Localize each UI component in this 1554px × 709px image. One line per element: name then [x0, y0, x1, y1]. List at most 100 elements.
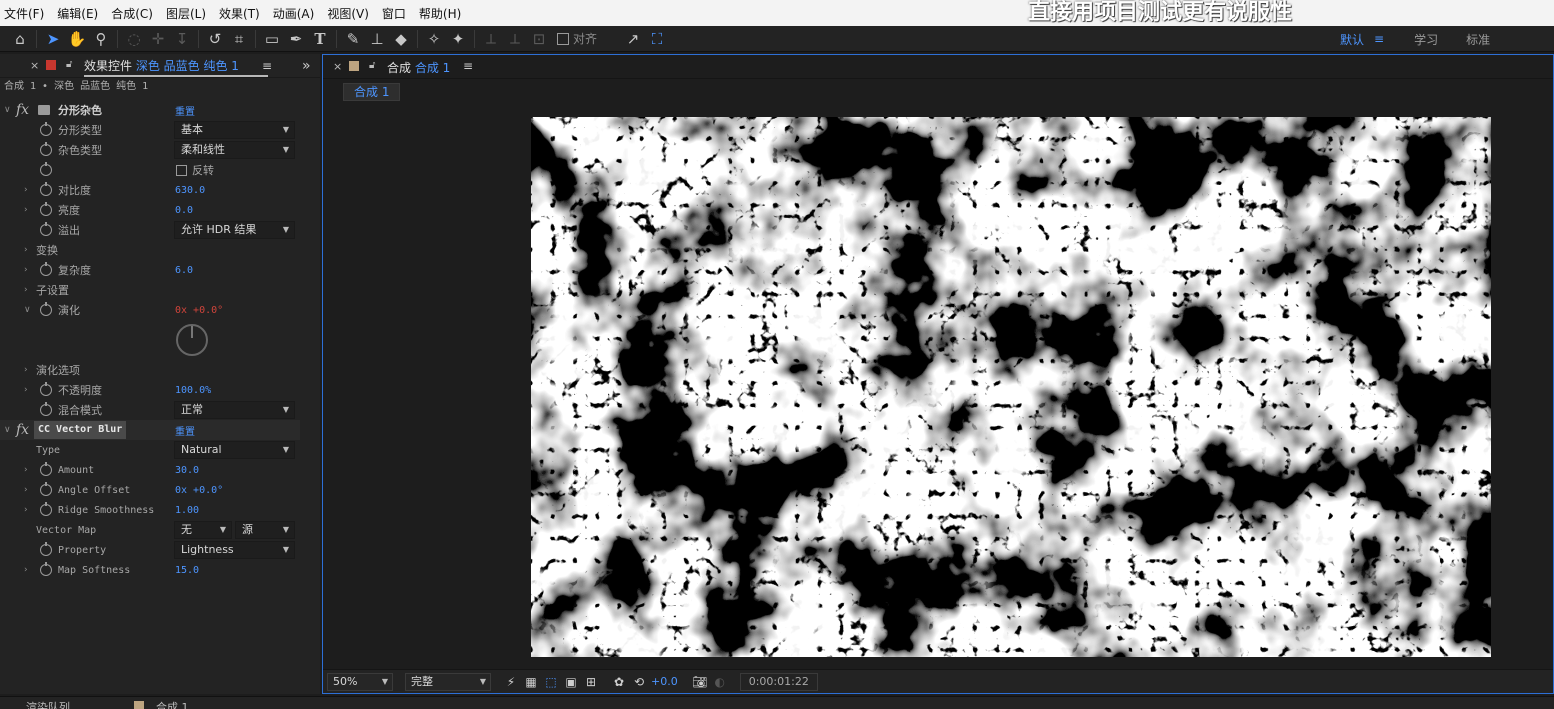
home-icon[interactable]: ⌂: [8, 27, 32, 51]
opacity-value[interactable]: 100.0%: [175, 385, 211, 396]
reset-link[interactable]: 重置: [175, 423, 195, 438]
contrast-value[interactable]: 630.0: [175, 185, 205, 196]
stopwatch-icon[interactable]: [40, 542, 52, 556]
menu-animation[interactable]: 动画(A): [273, 5, 315, 22]
stamp-icon[interactable]: ⊥: [365, 27, 389, 51]
snap-target-icon[interactable]: ⛶: [645, 27, 669, 51]
twirl-closed-icon[interactable]: ›: [24, 185, 28, 195]
workspace-default[interactable]: 默认: [1340, 31, 1364, 48]
stopwatch-icon[interactable]: [40, 202, 52, 216]
snapshot-icon[interactable]: 📷︎: [690, 673, 710, 691]
composition-tab[interactable]: × 🔓︎ 合成 合成 1 ≡: [323, 55, 1553, 79]
expand-panels-icon[interactable]: »: [302, 58, 311, 74]
menu-help[interactable]: 帮助(H): [419, 5, 461, 22]
brightness-value[interactable]: 0.0: [175, 205, 193, 216]
map-softness-value[interactable]: 15.0: [175, 565, 199, 576]
amount-value[interactable]: 30.0: [175, 465, 199, 476]
noise-type-dropdown[interactable]: 柔和线性 ▼: [174, 141, 295, 159]
exposure-value[interactable]: +0.0: [651, 675, 678, 688]
menu-view[interactable]: 视图(V): [327, 5, 369, 22]
axis-view-icon[interactable]: ⊡: [527, 27, 551, 51]
snapping-icon[interactable]: ↗: [621, 27, 645, 51]
twirl-closed-icon[interactable]: ›: [24, 385, 28, 395]
close-tab-icon[interactable]: ×: [333, 60, 342, 73]
stopwatch-icon[interactable]: [40, 222, 52, 236]
twirl-open-icon[interactable]: ∨: [24, 305, 31, 315]
twirl-open-icon[interactable]: ∨: [4, 425, 11, 435]
evolution-value[interactable]: 0x +0.0°: [175, 305, 223, 316]
menu-file[interactable]: 文件(F): [4, 5, 44, 22]
reset-link[interactable]: 重置: [175, 103, 195, 118]
show-snapshot-icon[interactable]: ◐: [710, 673, 730, 691]
roto-brush-icon[interactable]: ✧: [422, 27, 446, 51]
align-checkbox[interactable]: 对齐: [557, 30, 597, 47]
stopwatch-icon[interactable]: [40, 302, 52, 316]
fx-toggle-icon[interactable]: fx: [16, 102, 29, 118]
rectangle-tool-icon[interactable]: ▭: [260, 27, 284, 51]
menu-window[interactable]: 窗口: [382, 5, 406, 22]
stopwatch-icon[interactable]: [40, 122, 52, 136]
complexity-value[interactable]: 6.0: [175, 265, 193, 276]
lock-icon[interactable]: 🔓︎: [369, 60, 375, 71]
fast-previews-icon[interactable]: ⚡: [501, 673, 521, 691]
stopwatch-icon[interactable]: [40, 562, 52, 576]
vector-map-layer-dropdown[interactable]: 无 ▼: [174, 521, 232, 539]
twirl-closed-icon[interactable]: ›: [24, 285, 28, 295]
stopwatch-icon[interactable]: [40, 182, 52, 196]
menu-edit[interactable]: 编辑(E): [57, 5, 98, 22]
stopwatch-icon[interactable]: [40, 142, 52, 156]
stopwatch-icon[interactable]: [40, 402, 52, 416]
hand-tool-icon[interactable]: ✋: [65, 27, 89, 51]
twirl-closed-icon[interactable]: ›: [24, 265, 28, 275]
effect-header-fractal-noise[interactable]: ∨ fx 分形杂色 重置: [0, 100, 300, 120]
property-dropdown[interactable]: Lightness ▼: [174, 541, 295, 559]
twirl-closed-icon[interactable]: ›: [24, 485, 28, 495]
stopwatch-icon[interactable]: [40, 162, 52, 176]
grid-guides-icon[interactable]: ⊞: [581, 673, 601, 691]
brush-icon[interactable]: ✎: [341, 27, 365, 51]
stopwatch-icon[interactable]: [40, 462, 52, 476]
menu-effect[interactable]: 效果(T): [219, 5, 260, 22]
orbit-camera-icon[interactable]: ◌: [122, 27, 146, 51]
vector-map-source-dropdown[interactable]: 源 ▼: [235, 521, 295, 539]
render-queue-tab[interactable]: 渲染队列: [26, 699, 70, 709]
twirl-open-icon[interactable]: ∨: [4, 105, 11, 115]
stopwatch-icon[interactable]: [40, 482, 52, 496]
property-group-evolution-options[interactable]: › 演化选项: [0, 360, 300, 380]
twirl-closed-icon[interactable]: ›: [24, 465, 28, 475]
workspace-menu-icon[interactable]: ≡: [1374, 32, 1384, 46]
blend-mode-dropdown[interactable]: 正常 ▼: [174, 401, 295, 419]
pen-tool-icon[interactable]: ✒: [284, 27, 308, 51]
type-tool-icon[interactable]: T: [308, 27, 332, 51]
zoom-tool-icon[interactable]: ⚲: [89, 27, 113, 51]
invert-checkbox[interactable]: 反转: [176, 162, 214, 178]
timeline-comp-tab[interactable]: 合成 1: [156, 699, 189, 709]
effect-controls-tab[interactable]: × 🔓︎ 效果控件 深色 品蓝色 纯色 1 ≡ »: [0, 54, 320, 78]
type-dropdown[interactable]: Natural ▼: [174, 441, 295, 459]
composition-viewer[interactable]: [531, 117, 1491, 657]
selection-tool-icon[interactable]: ➤: [41, 27, 65, 51]
eraser-icon[interactable]: ◆: [389, 27, 413, 51]
menu-layer[interactable]: 图层(L): [166, 5, 206, 22]
magnification-dropdown[interactable]: 50% ▼: [327, 672, 393, 691]
axis-local-icon[interactable]: ⟂: [479, 27, 503, 51]
lock-icon[interactable]: 🔓︎: [66, 59, 72, 70]
fractal-type-dropdown[interactable]: 基本 ▼: [174, 121, 295, 139]
resolution-dropdown[interactable]: 完整 ▼: [405, 672, 491, 691]
dolly-camera-icon[interactable]: ↧: [170, 27, 194, 51]
transparency-grid-icon[interactable]: ▦: [521, 673, 541, 691]
ridge-smoothness-value[interactable]: 1.00: [175, 505, 199, 516]
reset-exposure-icon[interactable]: ⟲: [629, 673, 649, 691]
mask-visibility-icon[interactable]: ⬚: [541, 673, 561, 691]
close-tab-icon[interactable]: ×: [30, 59, 39, 72]
region-of-interest-icon[interactable]: ▣: [561, 673, 581, 691]
panel-menu-icon[interactable]: ≡: [463, 59, 473, 73]
twirl-closed-icon[interactable]: ›: [24, 245, 28, 255]
pan-camera-icon[interactable]: ✛: [146, 27, 170, 51]
composition-breadcrumb[interactable]: 合成 1: [343, 83, 401, 101]
effect-header-cc-vector-blur[interactable]: ∨ fx CC Vector Blur 重置: [0, 420, 300, 440]
twirl-closed-icon[interactable]: ›: [24, 505, 28, 515]
stopwatch-icon[interactable]: [40, 262, 52, 276]
workspace-standard[interactable]: 标准: [1466, 31, 1490, 48]
twirl-closed-icon[interactable]: ›: [24, 205, 28, 215]
